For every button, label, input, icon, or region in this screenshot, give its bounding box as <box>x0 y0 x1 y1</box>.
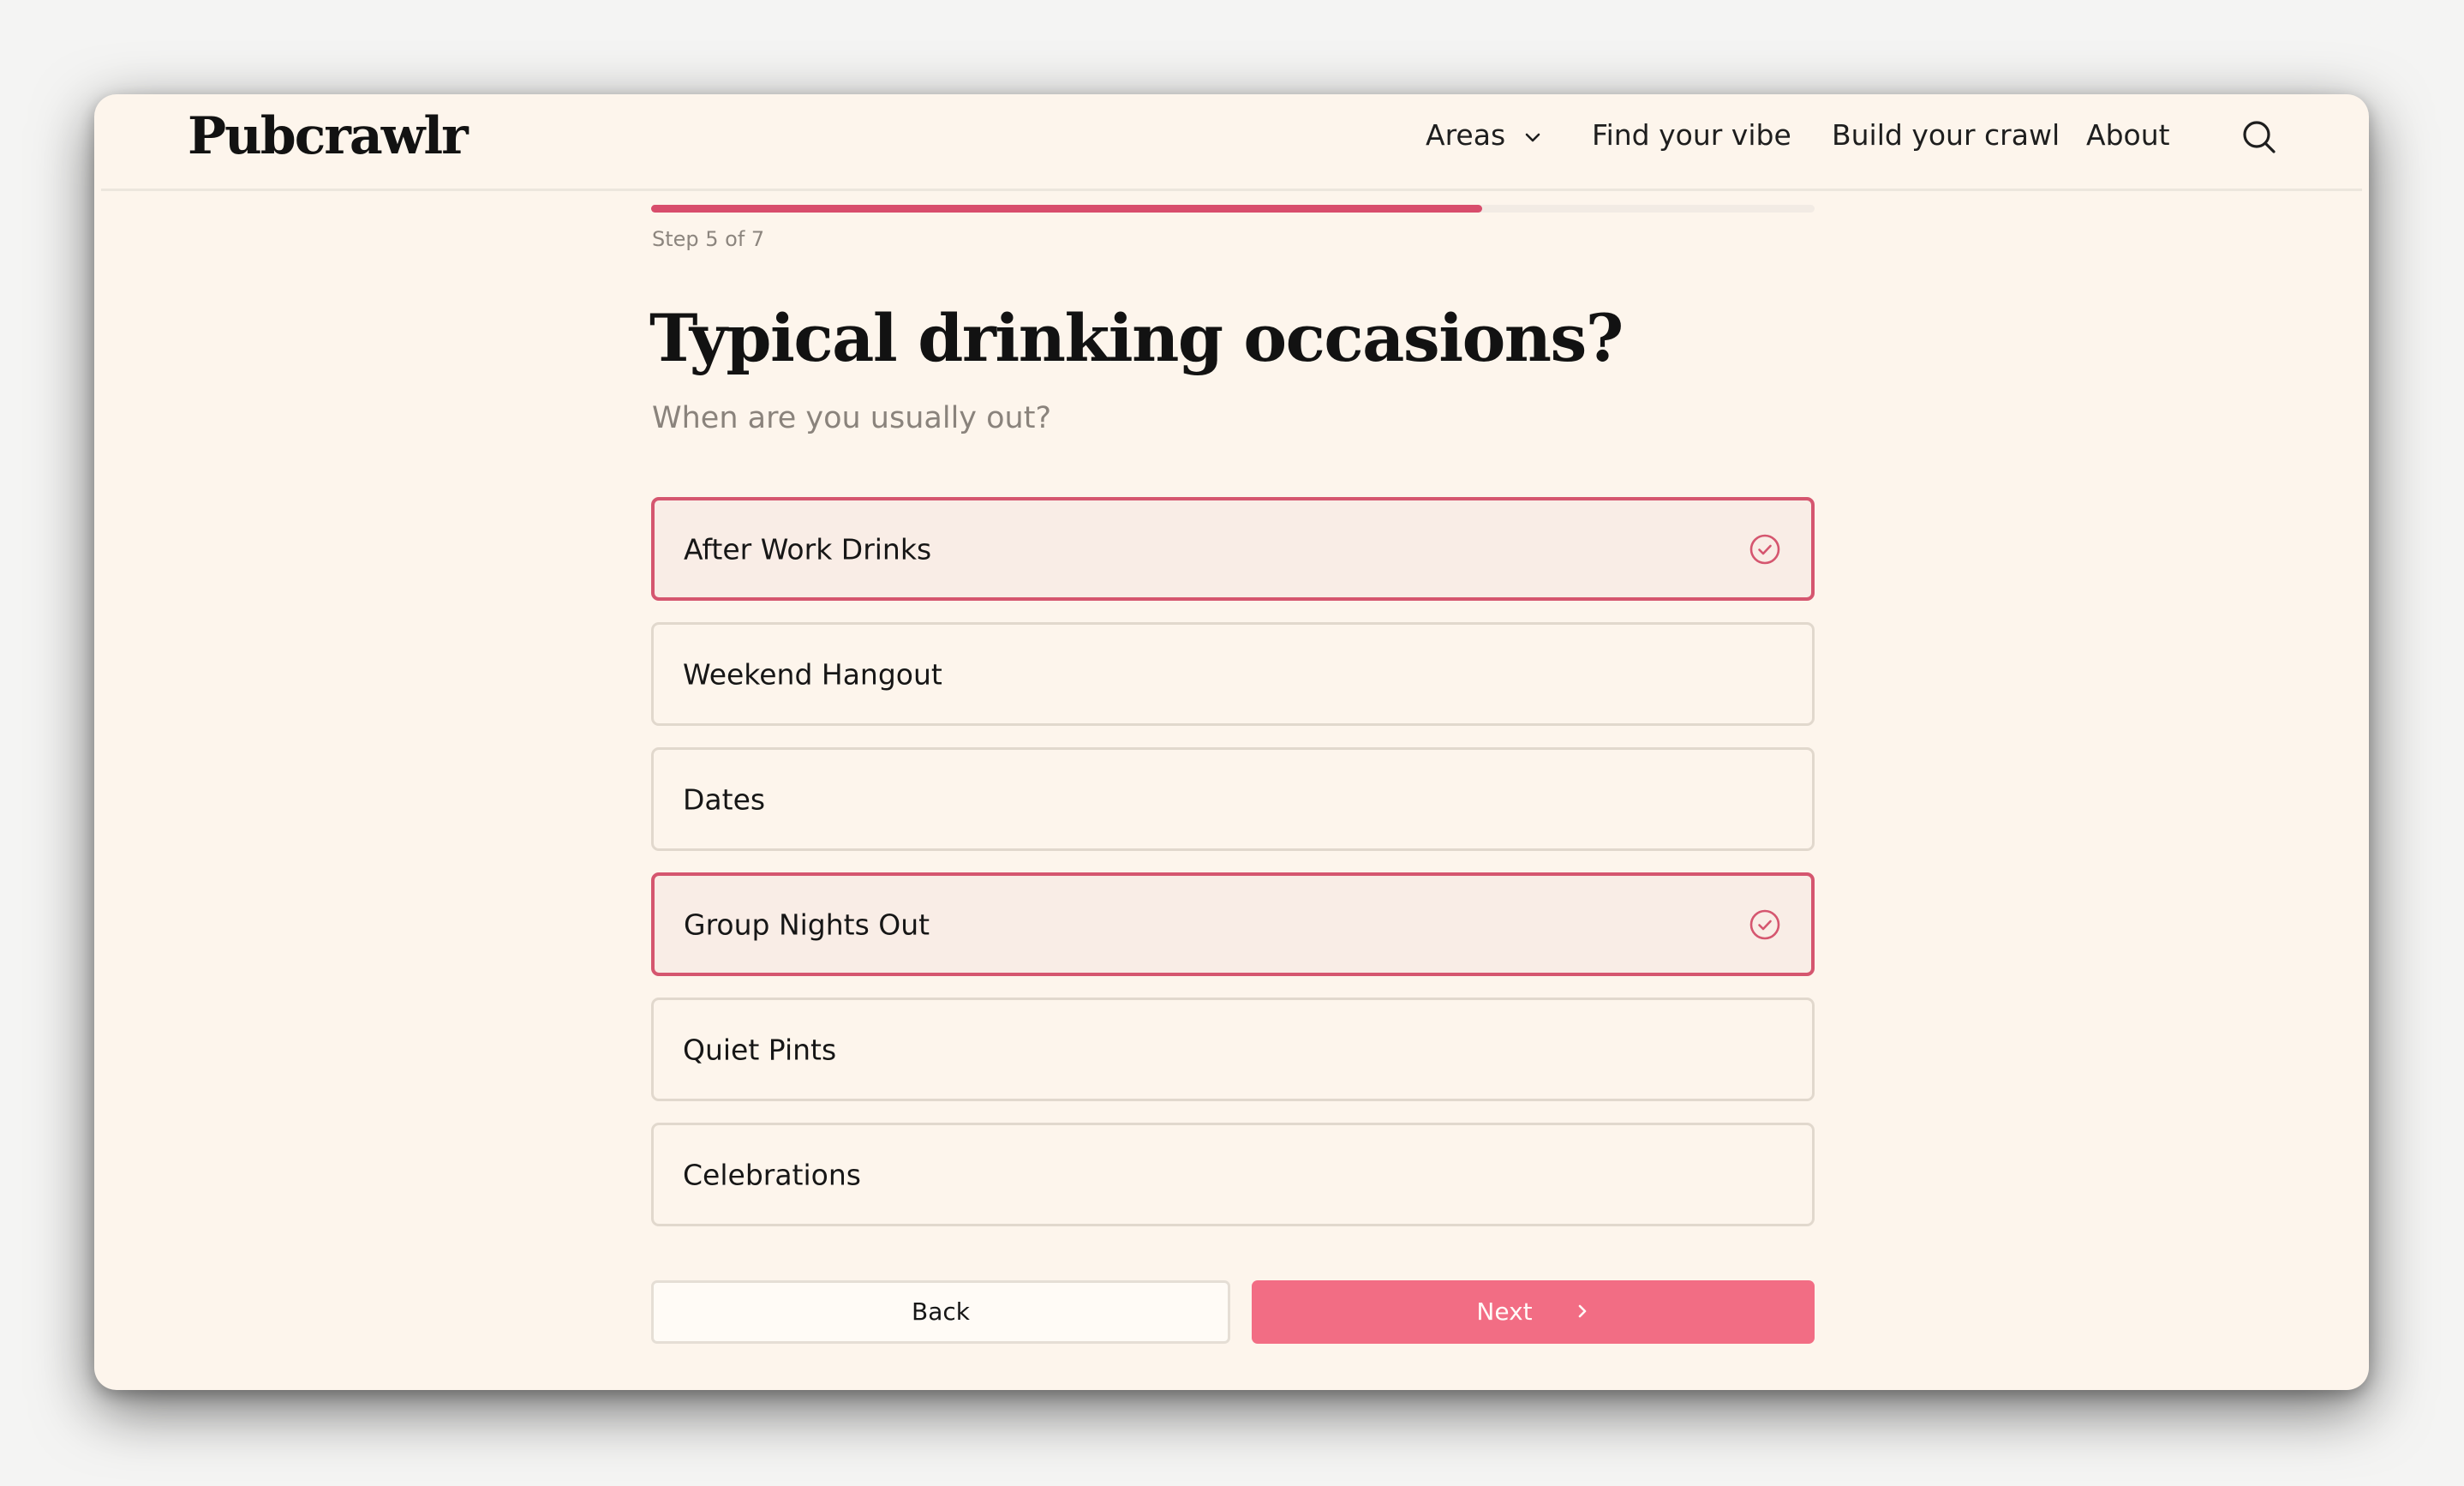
option-label: After Work Drinks <box>684 532 932 566</box>
option-card[interactable]: Dates <box>651 747 1815 851</box>
nav-find-your-vibe[interactable]: Find your vibe <box>1592 118 1791 152</box>
option-label: Weekend Hangout <box>683 657 942 691</box>
question-title: Typical drinking occasions? <box>649 300 1624 376</box>
option-label: Celebrations <box>683 1158 861 1191</box>
option-label: Group Nights Out <box>684 908 930 941</box>
option-card[interactable]: Quiet Pints <box>651 998 1815 1101</box>
nav-areas[interactable]: Areas <box>1426 118 1542 153</box>
option-card[interactable]: After Work Drinks <box>651 497 1815 601</box>
chevron-down-icon <box>1523 120 1542 153</box>
progress-bar <box>651 205 1815 213</box>
chevron-right-icon <box>1575 1281 1590 1345</box>
next-button[interactable]: Next <box>1252 1280 1815 1344</box>
search-icon[interactable] <box>2240 117 2279 157</box>
logo[interactable]: Pubcrawlr <box>188 106 469 166</box>
option-label: Dates <box>683 782 766 816</box>
question-subtitle: When are you usually out? <box>652 401 1052 435</box>
next-button-label: Next <box>1476 1297 1533 1326</box>
nav-about[interactable]: About <box>2086 118 2170 152</box>
back-button[interactable]: Back <box>651 1280 1230 1344</box>
app-window: Pubcrawlr Areas Find your vibe Build you… <box>94 94 2369 1390</box>
progress-fill <box>651 205 1482 213</box>
check-circle-icon <box>1748 532 1782 566</box>
options-list: After Work Drinks Weekend Hangout Dates Gro… <box>651 497 1815 1248</box>
nav-build-your-crawl[interactable]: Build your crawl <box>1832 118 2060 152</box>
step-indicator: Step 5 of 7 <box>652 227 765 251</box>
check-circle-icon <box>1748 908 1782 942</box>
option-card[interactable]: Weekend Hangout <box>651 622 1815 726</box>
option-label: Quiet Pints <box>683 1033 837 1066</box>
option-card[interactable]: Group Nights Out <box>651 872 1815 976</box>
top-navigation: Pubcrawlr Areas Find your vibe Build you… <box>101 94 2362 191</box>
back-button-label: Back <box>912 1297 970 1326</box>
option-card[interactable]: Celebrations <box>651 1123 1815 1226</box>
nav-areas-label: Areas <box>1426 118 1506 152</box>
